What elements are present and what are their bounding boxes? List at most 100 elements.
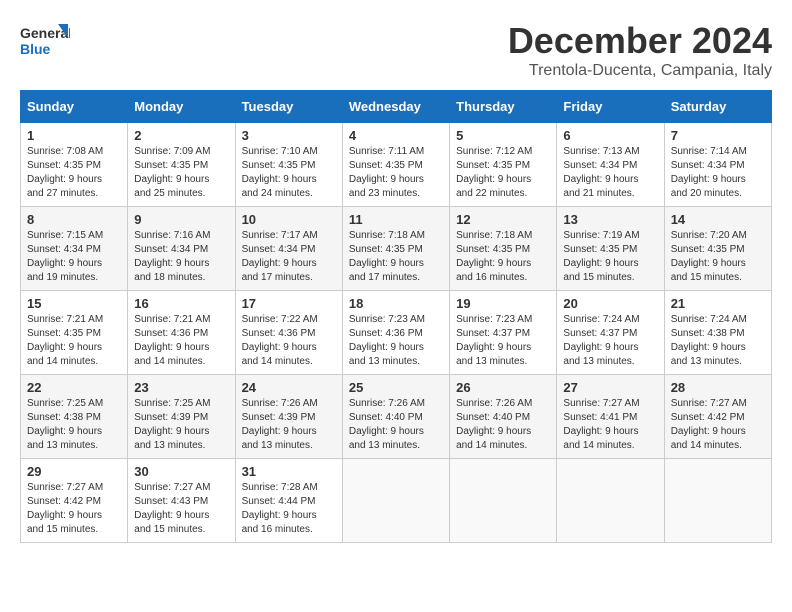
day-number: 16: [134, 296, 228, 311]
day-number: 28: [671, 380, 765, 395]
table-row: 19 Sunrise: 7:23 AM Sunset: 4:37 PM Dayl…: [450, 291, 557, 375]
header-friday: Friday: [557, 91, 664, 123]
day-number: 24: [242, 380, 336, 395]
day-number: 20: [563, 296, 657, 311]
day-number: 30: [134, 464, 228, 479]
day-info: Sunrise: 7:20 AM Sunset: 4:35 PM Dayligh…: [671, 229, 765, 285]
table-row: 25 Sunrise: 7:26 AM Sunset: 4:40 PM Dayl…: [342, 375, 449, 459]
day-number: 10: [242, 212, 336, 227]
table-row: 6 Sunrise: 7:13 AM Sunset: 4:34 PM Dayli…: [557, 123, 664, 207]
table-row: 18 Sunrise: 7:23 AM Sunset: 4:36 PM Dayl…: [342, 291, 449, 375]
day-info: Sunrise: 7:21 AM Sunset: 4:36 PM Dayligh…: [134, 313, 228, 369]
day-info: Sunrise: 7:18 AM Sunset: 4:35 PM Dayligh…: [456, 229, 550, 285]
table-row: 3 Sunrise: 7:10 AM Sunset: 4:35 PM Dayli…: [235, 123, 342, 207]
table-row: 1 Sunrise: 7:08 AM Sunset: 4:35 PM Dayli…: [21, 123, 128, 207]
table-row: 8 Sunrise: 7:15 AM Sunset: 4:34 PM Dayli…: [21, 207, 128, 291]
table-row: 11 Sunrise: 7:18 AM Sunset: 4:35 PM Dayl…: [342, 207, 449, 291]
table-row: 26 Sunrise: 7:26 AM Sunset: 4:40 PM Dayl…: [450, 375, 557, 459]
day-info: Sunrise: 7:26 AM Sunset: 4:39 PM Dayligh…: [242, 397, 336, 453]
table-row: 2 Sunrise: 7:09 AM Sunset: 4:35 PM Dayli…: [128, 123, 235, 207]
day-number: 13: [563, 212, 657, 227]
day-info: Sunrise: 7:19 AM Sunset: 4:35 PM Dayligh…: [563, 229, 657, 285]
title-area: December 2024 Trentola-Ducenta, Campania…: [508, 20, 772, 80]
day-info: Sunrise: 7:17 AM Sunset: 4:34 PM Dayligh…: [242, 229, 336, 285]
table-row: 14 Sunrise: 7:20 AM Sunset: 4:35 PM Dayl…: [664, 207, 771, 291]
calendar-header-row: Sunday Monday Tuesday Wednesday Thursday…: [21, 91, 772, 123]
day-number: 23: [134, 380, 228, 395]
day-number: 1: [27, 128, 121, 143]
header-tuesday: Tuesday: [235, 91, 342, 123]
table-row: 5 Sunrise: 7:12 AM Sunset: 4:35 PM Dayli…: [450, 123, 557, 207]
table-row: 21 Sunrise: 7:24 AM Sunset: 4:38 PM Dayl…: [664, 291, 771, 375]
day-number: 19: [456, 296, 550, 311]
day-info: Sunrise: 7:12 AM Sunset: 4:35 PM Dayligh…: [456, 145, 550, 201]
day-number: 9: [134, 212, 228, 227]
header-sunday: Sunday: [21, 91, 128, 123]
header-monday: Monday: [128, 91, 235, 123]
day-number: 11: [349, 212, 443, 227]
day-number: 18: [349, 296, 443, 311]
table-row: 27 Sunrise: 7:27 AM Sunset: 4:41 PM Dayl…: [557, 375, 664, 459]
table-row: 20 Sunrise: 7:24 AM Sunset: 4:37 PM Dayl…: [557, 291, 664, 375]
day-info: Sunrise: 7:21 AM Sunset: 4:35 PM Dayligh…: [27, 313, 121, 369]
table-row: 24 Sunrise: 7:26 AM Sunset: 4:39 PM Dayl…: [235, 375, 342, 459]
table-row: 15 Sunrise: 7:21 AM Sunset: 4:35 PM Dayl…: [21, 291, 128, 375]
table-row: 13 Sunrise: 7:19 AM Sunset: 4:35 PM Dayl…: [557, 207, 664, 291]
day-number: 31: [242, 464, 336, 479]
logo: GeneralBlue: [20, 20, 70, 64]
day-number: 25: [349, 380, 443, 395]
table-row: 31 Sunrise: 7:28 AM Sunset: 4:44 PM Dayl…: [235, 459, 342, 543]
day-info: Sunrise: 7:11 AM Sunset: 4:35 PM Dayligh…: [349, 145, 443, 201]
day-info: Sunrise: 7:26 AM Sunset: 4:40 PM Dayligh…: [349, 397, 443, 453]
day-info: Sunrise: 7:18 AM Sunset: 4:35 PM Dayligh…: [349, 229, 443, 285]
day-number: 8: [27, 212, 121, 227]
month-title: December 2024: [508, 20, 772, 62]
day-info: Sunrise: 7:28 AM Sunset: 4:44 PM Dayligh…: [242, 481, 336, 537]
day-info: Sunrise: 7:08 AM Sunset: 4:35 PM Dayligh…: [27, 145, 121, 201]
table-row: [450, 459, 557, 543]
table-row: 23 Sunrise: 7:25 AM Sunset: 4:39 PM Dayl…: [128, 375, 235, 459]
svg-text:Blue: Blue: [20, 41, 51, 57]
table-row: 10 Sunrise: 7:17 AM Sunset: 4:34 PM Dayl…: [235, 207, 342, 291]
day-info: Sunrise: 7:24 AM Sunset: 4:37 PM Dayligh…: [563, 313, 657, 369]
day-info: Sunrise: 7:25 AM Sunset: 4:38 PM Dayligh…: [27, 397, 121, 453]
day-info: Sunrise: 7:14 AM Sunset: 4:34 PM Dayligh…: [671, 145, 765, 201]
day-info: Sunrise: 7:22 AM Sunset: 4:36 PM Dayligh…: [242, 313, 336, 369]
header-thursday: Thursday: [450, 91, 557, 123]
table-row: 16 Sunrise: 7:21 AM Sunset: 4:36 PM Dayl…: [128, 291, 235, 375]
table-row: 9 Sunrise: 7:16 AM Sunset: 4:34 PM Dayli…: [128, 207, 235, 291]
day-number: 14: [671, 212, 765, 227]
day-info: Sunrise: 7:27 AM Sunset: 4:43 PM Dayligh…: [134, 481, 228, 537]
table-row: 7 Sunrise: 7:14 AM Sunset: 4:34 PM Dayli…: [664, 123, 771, 207]
table-row: [342, 459, 449, 543]
day-number: 4: [349, 128, 443, 143]
day-info: Sunrise: 7:23 AM Sunset: 4:36 PM Dayligh…: [349, 313, 443, 369]
day-info: Sunrise: 7:09 AM Sunset: 4:35 PM Dayligh…: [134, 145, 228, 201]
table-row: [557, 459, 664, 543]
location-title: Trentola-Ducenta, Campania, Italy: [508, 62, 772, 80]
day-info: Sunrise: 7:13 AM Sunset: 4:34 PM Dayligh…: [563, 145, 657, 201]
day-info: Sunrise: 7:27 AM Sunset: 4:41 PM Dayligh…: [563, 397, 657, 453]
day-info: Sunrise: 7:10 AM Sunset: 4:35 PM Dayligh…: [242, 145, 336, 201]
table-row: 30 Sunrise: 7:27 AM Sunset: 4:43 PM Dayl…: [128, 459, 235, 543]
day-number: 7: [671, 128, 765, 143]
day-number: 29: [27, 464, 121, 479]
day-number: 2: [134, 128, 228, 143]
table-row: 28 Sunrise: 7:27 AM Sunset: 4:42 PM Dayl…: [664, 375, 771, 459]
table-row: [664, 459, 771, 543]
table-row: 29 Sunrise: 7:27 AM Sunset: 4:42 PM Dayl…: [21, 459, 128, 543]
day-info: Sunrise: 7:23 AM Sunset: 4:37 PM Dayligh…: [456, 313, 550, 369]
day-info: Sunrise: 7:15 AM Sunset: 4:34 PM Dayligh…: [27, 229, 121, 285]
day-number: 5: [456, 128, 550, 143]
day-number: 27: [563, 380, 657, 395]
day-info: Sunrise: 7:27 AM Sunset: 4:42 PM Dayligh…: [671, 397, 765, 453]
table-row: 4 Sunrise: 7:11 AM Sunset: 4:35 PM Dayli…: [342, 123, 449, 207]
day-number: 26: [456, 380, 550, 395]
day-number: 17: [242, 296, 336, 311]
header-wednesday: Wednesday: [342, 91, 449, 123]
header-saturday: Saturday: [664, 91, 771, 123]
day-number: 6: [563, 128, 657, 143]
day-info: Sunrise: 7:26 AM Sunset: 4:40 PM Dayligh…: [456, 397, 550, 453]
day-info: Sunrise: 7:27 AM Sunset: 4:42 PM Dayligh…: [27, 481, 121, 537]
day-number: 21: [671, 296, 765, 311]
